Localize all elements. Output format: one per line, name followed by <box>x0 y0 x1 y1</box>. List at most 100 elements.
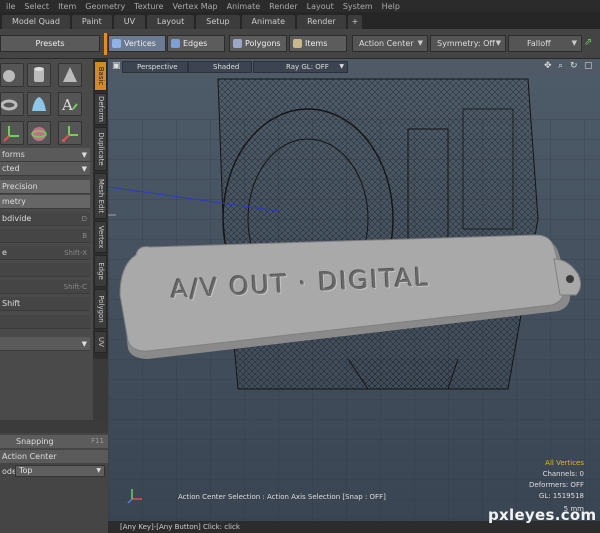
chevron-down-icon: ▼ <box>417 39 423 47</box>
symmetry-label: Symmetry: Off <box>437 39 495 48</box>
vertices-mode-button[interactable]: Vertices <box>108 35 166 52</box>
symmetry-dropdown[interactable]: Symmetry: Off ▼ <box>430 35 506 52</box>
text-tool-icon[interactable]: A <box>58 92 82 116</box>
move-tool-icon[interactable] <box>0 121 24 145</box>
menu-item[interactable]: ile <box>6 2 15 11</box>
tool-row[interactable] <box>0 263 90 277</box>
rotate-tool-icon[interactable] <box>27 121 51 145</box>
viewport-zoom-icon[interactable]: ⌕ <box>558 61 563 71</box>
menu-item[interactable]: Item <box>58 2 76 11</box>
bevel-row[interactable]: B <box>0 229 90 243</box>
falloff-toggle-icon[interactable]: ⇗ <box>584 37 592 48</box>
action-center-label: Action Center <box>2 452 57 461</box>
layout-tabs: Model Quad Paint UV Layout Setup Animate Rende… <box>0 12 600 29</box>
edges-label: Edges <box>183 39 208 48</box>
stat-deformers: Deformers: OFF <box>529 481 584 489</box>
stat-gl: GL: 1519518 <box>538 492 584 500</box>
tool-row[interactable]: Shift <box>0 297 90 311</box>
menu-item[interactable]: Animate <box>227 2 261 11</box>
3d-viewport[interactable]: A/V OUT · DIGITAL ▣ Perspective Shaded R… <box>108 59 600 521</box>
torus-tool-icon[interactable] <box>0 92 24 116</box>
layout-tab[interactable]: Render <box>297 15 346 29</box>
edges-icon <box>171 39 180 48</box>
polygons-mode-button[interactable]: Polygons <box>229 35 287 52</box>
transforms-dropdown[interactable]: forms ▼ <box>0 148 90 162</box>
tab-deform[interactable]: Deform <box>94 93 107 125</box>
tab-basic[interactable]: Basic <box>94 61 107 91</box>
shortcut-label: B <box>82 232 87 240</box>
tool-row[interactable]: e Shift-X <box>0 246 90 260</box>
menu-item[interactable]: System <box>343 2 373 11</box>
viewport-menu-icon[interactable]: ▣ <box>112 61 121 71</box>
layout-tab[interactable]: UV <box>113 15 146 29</box>
viewport-rotate-icon[interactable]: ↻ <box>570 61 578 71</box>
tab-mesh-edit[interactable]: Mesh Edit <box>94 173 107 219</box>
tab-vertex[interactable]: Vertex <box>94 221 107 253</box>
menu-item[interactable]: Render <box>269 2 297 11</box>
sphere-tool-icon[interactable] <box>0 63 24 87</box>
action-center-row[interactable]: Action Center <box>0 450 108 463</box>
items-label: Items <box>305 39 328 48</box>
snapping-label: Snapping <box>16 437 54 446</box>
menu-item[interactable]: Geometry <box>85 2 125 11</box>
svg-text:A: A <box>61 96 73 114</box>
menu-item[interactable]: Layout <box>307 2 334 11</box>
properties-dropdown[interactable]: ▼ <box>0 337 90 351</box>
tool-row[interactable] <box>0 315 90 329</box>
menu-item[interactable]: Help <box>382 2 400 11</box>
tab-duplicate[interactable]: Duplicate <box>94 127 107 171</box>
tab-label: Edge <box>96 262 105 280</box>
shortcut-label: D <box>81 215 87 223</box>
row-label: Shift <box>2 299 21 308</box>
tab-label: Deform <box>96 95 105 123</box>
subdivide-row[interactable]: bdivide D <box>0 212 90 226</box>
mode-value: Top <box>19 466 33 475</box>
tab-edge[interactable]: Edge <box>94 255 107 287</box>
layout-tab[interactable]: Paint <box>71 15 112 29</box>
cylinder-tool-icon[interactable] <box>27 63 51 87</box>
edges-mode-button[interactable]: Edges <box>167 35 225 52</box>
shading-dropdown[interactable]: Shaded <box>188 61 252 73</box>
layout-tab[interactable]: Model Quad <box>2 15 70 29</box>
falloff-dropdown[interactable]: Falloff ▼ <box>508 35 582 52</box>
precision-button[interactable]: Precision <box>0 180 90 194</box>
shortcut-label: Shift-X <box>64 249 87 257</box>
view-type-label: Perspective <box>137 63 178 71</box>
menu-bar: ile Select Item Geometry Texture Vertex Map An… <box>0 0 600 12</box>
transforms-label: forms <box>2 150 25 159</box>
snapping-row[interactable]: Snapping F11 <box>0 435 108 448</box>
tool-row[interactable]: Shift-C <box>0 280 90 294</box>
raygl-dropdown[interactable]: Ray GL: OFF ▼ <box>253 61 348 73</box>
bell-tool-icon[interactable] <box>27 92 51 116</box>
view-type-dropdown[interactable]: Perspective <box>122 61 188 73</box>
action-center-label: Action Center <box>359 39 414 48</box>
mode-dropdown[interactable]: Top ▼ <box>15 465 105 477</box>
viewport-pan-icon[interactable]: ✥ <box>544 61 552 71</box>
items-mode-button[interactable]: Items <box>289 35 347 52</box>
toolbar: Presets Vertices Edges Polygons Items Ac… <box>0 29 600 59</box>
row-label: e <box>2 248 7 257</box>
scale-tool-icon[interactable] <box>58 121 82 145</box>
symmetry-button[interactable]: metry <box>0 195 90 209</box>
presets-button[interactable]: Presets <box>0 35 100 52</box>
chevron-down-icon: ▼ <box>339 63 344 70</box>
viewport-maximize-icon[interactable]: ▢ <box>584 61 593 71</box>
menu-item[interactable]: Select <box>24 2 49 11</box>
menu-item[interactable]: Vertex Map <box>172 2 217 11</box>
tab-uv[interactable]: UV <box>94 331 107 353</box>
layout-tab[interactable]: Layout <box>147 15 195 29</box>
action-center-dropdown[interactable]: Action Center ▼ <box>352 35 428 52</box>
tab-polygon[interactable]: Polygon <box>94 289 107 329</box>
polygons-icon <box>233 39 242 48</box>
layout-tab[interactable]: Animate <box>241 15 296 29</box>
layout-tab[interactable]: Setup <box>196 15 240 29</box>
vertices-icon <box>112 39 121 48</box>
menu-item[interactable]: Texture <box>134 2 163 11</box>
chevron-down-icon: ▼ <box>495 39 501 47</box>
shading-label: Shaded <box>213 63 240 71</box>
selected-dropdown[interactable]: cted ▼ <box>0 162 90 176</box>
add-layout-tab[interactable]: + <box>347 15 363 29</box>
precision-label: Precision <box>2 182 38 191</box>
cone-tool-icon[interactable] <box>58 63 82 87</box>
vertical-tab-bar: Basic Deform Duplicate Mesh Edit Vertex … <box>93 59 108 359</box>
